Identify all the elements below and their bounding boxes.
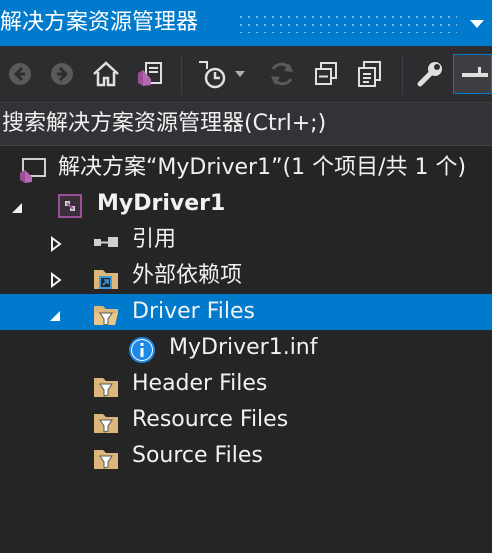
source-files-label: Source Files [132, 443, 263, 468]
properties-wrench-icon[interactable] [412, 54, 448, 94]
home-icon[interactable] [88, 54, 124, 94]
tree-item-references[interactable]: 引用 [0, 222, 492, 258]
tree-item-project[interactable]: MyDriver1 [0, 186, 492, 222]
switch-views-icon[interactable] [132, 54, 168, 94]
toolbar [0, 46, 492, 102]
header-files-label: Header Files [132, 371, 268, 396]
tree-item-resource-files[interactable]: Resource Files [0, 402, 492, 438]
tool-window-titlebar: 解决方案资源管理器 [0, 0, 492, 46]
tree-item-inf-file[interactable]: MyDriver1.inf [0, 330, 492, 366]
tree-item-external-deps[interactable]: 外部依赖项 [0, 258, 492, 294]
expanded-arrow-icon[interactable] [8, 194, 28, 214]
drag-grip[interactable] [237, 13, 457, 33]
filter-folder-open-icon [92, 300, 118, 326]
inf-file-label: MyDriver1.inf [169, 335, 318, 360]
preview-icon[interactable] [453, 54, 492, 94]
filter-folder-icon [92, 408, 118, 434]
info-file-icon [128, 336, 155, 363]
search-input[interactable]: 搜索解决方案资源管理器(Ctrl+;) [0, 102, 492, 146]
solution-label: 解决方案“MyDriver1”(1 个项目/共 1 个) [58, 155, 467, 180]
references-label: 引用 [132, 227, 177, 252]
external-deps-folder-icon [92, 264, 118, 290]
tree-item-source-files[interactable]: Source Files [0, 438, 492, 474]
collapse-all-icon[interactable] [308, 54, 344, 94]
back-icon[interactable] [2, 54, 38, 94]
cpp-project-icon [56, 192, 82, 218]
project-label: MyDriver1 [97, 191, 226, 216]
tree-item-driver-files[interactable]: Driver Files [0, 294, 492, 330]
window-menu-dropdown-icon[interactable] [466, 12, 488, 34]
driver-files-label: Driver Files [132, 299, 255, 324]
references-icon [92, 228, 118, 254]
collapsed-arrow-icon[interactable] [46, 266, 66, 288]
solution-icon [18, 156, 46, 183]
search-placeholder: 搜索解决方案资源管理器(Ctrl+;) [2, 111, 327, 136]
resource-files-label: Resource Files [132, 407, 289, 432]
forward-icon[interactable] [44, 54, 80, 94]
refresh-icon[interactable] [264, 54, 300, 94]
external-deps-label: 外部依赖项 [132, 263, 243, 288]
collapsed-arrow-icon[interactable] [46, 230, 66, 252]
filter-folder-icon [92, 444, 118, 470]
filter-folder-icon [92, 372, 118, 398]
show-all-files-icon[interactable] [352, 54, 388, 94]
tree-item-solution[interactable]: 解决方案“MyDriver1”(1 个项目/共 1 个) [0, 150, 492, 186]
dropdown-icon[interactable] [230, 54, 250, 94]
window-title: 解决方案资源管理器 [0, 10, 199, 35]
pending-changes-filter-icon[interactable] [194, 54, 230, 94]
expanded-arrow-icon[interactable] [46, 302, 66, 322]
tree-item-header-files[interactable]: Header Files [0, 366, 492, 402]
